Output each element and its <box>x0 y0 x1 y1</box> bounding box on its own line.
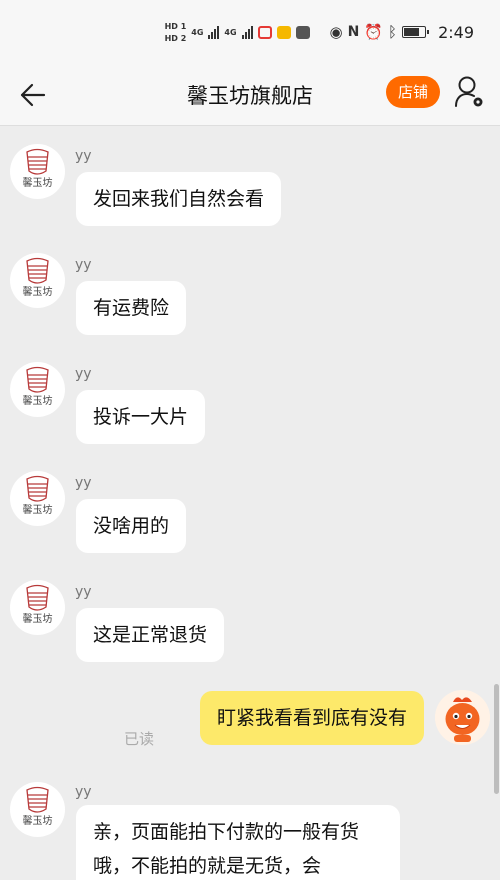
app-notification-icon <box>257 25 272 39</box>
huawei-notification-icon <box>295 25 310 39</box>
shop-avatar[interactable]: 馨玉坊 <box>10 253 65 308</box>
clock: 2:49 <box>438 22 474 42</box>
sender-name: yy <box>75 257 92 273</box>
shop-avatar[interactable]: 馨玉坊 <box>10 144 65 199</box>
sender-name: yy <box>75 584 92 600</box>
alarm-icon: ⏰ <box>364 23 384 41</box>
message-bubble[interactable]: 这是正常退货 <box>76 608 225 662</box>
message-bubble[interactable]: 没啥用的 <box>76 499 187 553</box>
network-type-1: 4G <box>191 27 204 37</box>
shop-logo-icon: 馨玉坊 <box>23 786 53 827</box>
signal-icon <box>208 25 220 39</box>
signal-icon <box>241 25 253 39</box>
message-bubble[interactable]: 投诉一大片 <box>76 390 206 444</box>
read-receipt: 已读 <box>124 730 155 748</box>
shop-logo-icon: 馨玉坊 <box>23 475 53 516</box>
svg-text:馨玉坊: 馨玉坊 <box>23 394 53 407</box>
shop-avatar[interactable]: 馨玉坊 <box>10 471 65 526</box>
hd-indicator: HD 1 HD 2 <box>164 21 187 43</box>
svg-text:馨玉坊: 馨玉坊 <box>23 285 53 298</box>
nfc-icon: N <box>347 24 360 40</box>
sender-name: yy <box>75 366 92 382</box>
message-bubble[interactable]: 有运费险 <box>76 281 187 335</box>
chat-history[interactable]: 馨玉坊 yy 发回来我们自然会看 馨玉坊 yy 有运费险 馨玉坊 yy 投诉一大… <box>0 127 500 880</box>
svg-text:馨玉坊: 馨玉坊 <box>23 503 53 516</box>
shop-logo-icon: 馨玉坊 <box>23 366 53 407</box>
user-settings-icon <box>455 76 483 107</box>
eye-icon: ◉ <box>329 23 343 41</box>
svg-text:馨玉坊: 馨玉坊 <box>23 176 53 189</box>
network-type-2: 4G <box>224 27 237 37</box>
shop-avatar[interactable]: 馨玉坊 <box>10 362 65 417</box>
svg-text:馨玉坊: 馨玉坊 <box>23 814 53 827</box>
user-settings-button[interactable] <box>454 75 486 109</box>
mascot-avatar-icon <box>435 690 490 745</box>
shop-logo-icon: 馨玉坊 <box>23 584 53 625</box>
message-bubble[interactable]: 发回来我们自然会看 <box>76 172 282 226</box>
chat-header: 馨玉坊旗舰店 店铺 <box>0 64 500 126</box>
shop-logo-icon: 馨玉坊 <box>23 148 53 189</box>
shop-avatar[interactable]: 馨玉坊 <box>10 580 65 635</box>
shop-avatar[interactable]: 馨玉坊 <box>10 782 65 837</box>
shop-button[interactable]: 店铺 <box>386 76 440 108</box>
message-bubble[interactable]: 亲，页面能拍下付款的一般有货哦，不能拍的就是无货，会 <box>76 805 400 880</box>
battery-icon <box>402 26 430 38</box>
shop-logo-icon: 馨玉坊 <box>23 257 53 298</box>
status-bar: HD 1 HD 2 4G 4G ◉ N ⏰ ᛒ 2:49 <box>0 0 500 64</box>
sender-name: yy <box>75 784 92 800</box>
mail-notification-icon <box>276 25 291 39</box>
bluetooth-icon: ᛒ <box>388 23 398 41</box>
sender-name: yy <box>75 148 92 164</box>
message-bubble-self[interactable]: 盯紧我看看到底有没有 <box>199 691 424 745</box>
sender-name: yy <box>75 475 92 491</box>
user-avatar[interactable] <box>435 690 490 745</box>
scrollbar[interactable] <box>494 684 499 794</box>
svg-text:馨玉坊: 馨玉坊 <box>23 612 53 625</box>
